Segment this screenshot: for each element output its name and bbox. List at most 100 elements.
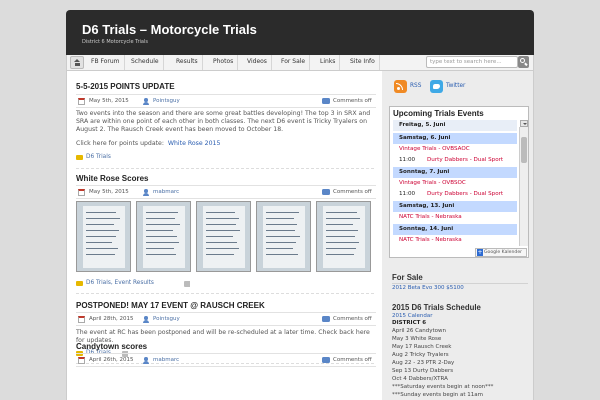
calendar-event[interactable]: 11:00 Durty Dabbers - Dual Sport xyxy=(393,189,517,200)
home-icon[interactable] xyxy=(70,56,84,69)
schedule-district: DISTRICT 6 xyxy=(392,320,427,326)
user-icon xyxy=(142,316,149,323)
calendar-icon xyxy=(78,98,85,105)
schedule-line: Oct 4 Dabbers/XTRA xyxy=(392,376,448,382)
chevron-down-icon[interactable] xyxy=(520,120,528,127)
schedule-line: Aug 2 Tricky Tryalers xyxy=(392,352,449,358)
user-icon xyxy=(142,189,149,196)
search-input[interactable]: type text to search here... xyxy=(426,56,518,68)
post-meta: May 5th, 2015 mabmarc Comments off xyxy=(76,185,376,199)
calendar-event[interactable]: 11:00 Durty Dabbers - Dual Sport xyxy=(393,155,517,166)
google-calendar-button[interactable]: Google Kalender xyxy=(475,248,527,257)
calendar-event[interactable]: NATC Trials - Nebraska xyxy=(393,212,517,223)
folder-icon xyxy=(76,281,83,286)
nav-item-fb-forum[interactable]: FB Forum xyxy=(87,55,125,70)
nav-item-site-info[interactable]: Site Info xyxy=(346,55,380,70)
schedule-line: ***Saturday events begin at noon*** xyxy=(392,384,494,390)
schedule-line: May 3 White Rose xyxy=(392,336,442,342)
post-link-line: Click here for points update: White Rose… xyxy=(76,140,376,148)
event-name[interactable]: NATC Trials - Nebraska xyxy=(399,212,462,223)
post-comments: Comments off xyxy=(333,189,372,195)
user-icon xyxy=(142,357,149,364)
score-sheet-thumbnail[interactable] xyxy=(76,201,131,272)
calendar-icon xyxy=(78,357,85,364)
post-divider xyxy=(76,293,374,294)
comment-icon xyxy=(322,98,330,104)
event-name[interactable]: Durty Dabbers - Dual Sport xyxy=(427,189,503,200)
post-comments: Comments off xyxy=(333,357,372,363)
post-title[interactable]: POSTPONED! MAY 17 EVENT @ RAUSCH CREEK xyxy=(76,301,265,310)
post-link-prefix: Click here for points update: xyxy=(76,140,164,147)
event-name[interactable]: Vintage Trials - OVBSAOC xyxy=(399,144,470,155)
post-author[interactable]: Pointsguy xyxy=(153,316,180,322)
calendar-current-day: Freitag, 5. Juni xyxy=(393,120,517,131)
event-name[interactable]: Vintage Trials - OVBSOC xyxy=(399,178,466,189)
score-sheet-gallery xyxy=(76,201,373,273)
calendar-day-header: Samstag, 13. Juni xyxy=(393,201,517,212)
post-title[interactable]: 5-5-2015 POINTS UPDATE xyxy=(76,82,175,91)
post-title[interactable]: Candytown scores xyxy=(76,342,147,351)
post-divider xyxy=(76,168,374,169)
calendar-day-header: Sonntag, 7. Juni xyxy=(393,167,517,178)
main-content: 5-5-2015 POINTS UPDATE May 5th, 2015 Poi… xyxy=(66,71,382,400)
event-name[interactable]: Durty Dabbers - Dual Sport xyxy=(427,155,503,166)
post-meta: April 26th, 2015 mabmarc Comments off xyxy=(76,353,376,367)
score-sheet-thumbnail[interactable] xyxy=(136,201,191,272)
folder-icon xyxy=(76,155,83,160)
section-divider xyxy=(392,283,528,284)
search-icon[interactable] xyxy=(518,56,529,68)
nav-item-videos[interactable]: Videos xyxy=(243,55,272,70)
score-sheet-thumbnail[interactable] xyxy=(256,201,311,272)
calendar-event[interactable]: NATC Trials - Nebraska xyxy=(393,235,517,246)
site-title[interactable]: D6 Trials – Motorcycle Trials xyxy=(82,22,257,37)
scrollbar-thumb[interactable] xyxy=(521,137,527,163)
site-header: D6 Trials – Motorcycle Trials District 6… xyxy=(66,10,534,55)
calendar-day-header: Samstag, 6. Juni xyxy=(393,133,517,144)
category-link[interactable]: D6 Trials, Event Results xyxy=(86,280,154,286)
calendar-icon xyxy=(78,316,85,323)
nav-item-links[interactable]: Links xyxy=(316,55,341,70)
category-link[interactable]: D6 Trials xyxy=(86,154,111,160)
twitter-link[interactable]: Twitter xyxy=(446,83,465,89)
post-categories: D6 Trials xyxy=(76,154,376,164)
twitter-icon[interactable] xyxy=(430,80,443,93)
schedule-heading: 2015 D6 Trials Schedule xyxy=(392,303,481,312)
nav-item-schedule[interactable]: Schedule xyxy=(127,55,164,70)
post-title[interactable]: White Rose Scores xyxy=(76,174,148,183)
event-time: 11:00 xyxy=(399,157,416,163)
nav-item-photos[interactable]: Photos xyxy=(209,55,239,70)
rss-icon[interactable] xyxy=(394,80,407,93)
nav-item-results[interactable]: Results xyxy=(172,55,203,70)
calendar-title: Upcoming Trials Events xyxy=(393,109,484,118)
sidebar: RSS Twitter Upcoming Trials Events Freit… xyxy=(382,71,534,400)
post-meta: May 5th, 2015 Pointsguy Comments off xyxy=(76,94,376,108)
post-author[interactable]: mabmarc xyxy=(153,357,179,363)
for-sale-heading: For Sale xyxy=(392,273,423,282)
events-calendar-widget: Upcoming Trials Events Freitag, 5. Juni … xyxy=(389,106,529,258)
post-author[interactable]: Pointsguy xyxy=(153,98,180,104)
post-meta: April 28th, 2015 Pointsguy Comments off xyxy=(76,312,376,326)
calendar-scrollbar[interactable] xyxy=(519,127,528,246)
schedule-line: ***Sunday events begin at 11am xyxy=(392,392,483,398)
event-time: 11:00 xyxy=(399,191,416,197)
event-name[interactable]: NATC Trials - Nebraska xyxy=(399,235,462,246)
nav-item-for-sale[interactable]: For Sale xyxy=(277,55,311,70)
points-update-link[interactable]: White Rose 2015 xyxy=(168,140,221,147)
comment-icon xyxy=(322,189,330,195)
post-date: May 5th, 2015 xyxy=(89,189,129,195)
calendar-event[interactable]: Vintage Trials - OVBSOC xyxy=(393,178,517,189)
score-sheet-thumbnail[interactable] xyxy=(316,201,371,272)
comment-icon xyxy=(322,316,330,322)
calendar-icon xyxy=(78,189,85,196)
calendar-day-header: Sonntag, 14. Juni xyxy=(393,224,517,235)
post-author[interactable]: mabmarc xyxy=(153,189,179,195)
site-description: District 6 Motorcycle Trials xyxy=(82,39,148,45)
rss-link[interactable]: RSS xyxy=(410,83,421,89)
for-sale-item[interactable]: 2012 Beta Evo 300 $5100 xyxy=(392,285,464,291)
calendar-event[interactable]: Vintage Trials - OVBSAOC xyxy=(393,144,517,155)
score-sheet-thumbnail[interactable] xyxy=(196,201,251,272)
post-categories: D6 Trials, Event Results xyxy=(76,280,376,290)
schedule-line: April 26 Candytown xyxy=(392,328,447,334)
schedule-calendar-link[interactable]: 2015 Calendar xyxy=(392,313,432,319)
post-date: April 26th, 2015 xyxy=(89,357,134,363)
